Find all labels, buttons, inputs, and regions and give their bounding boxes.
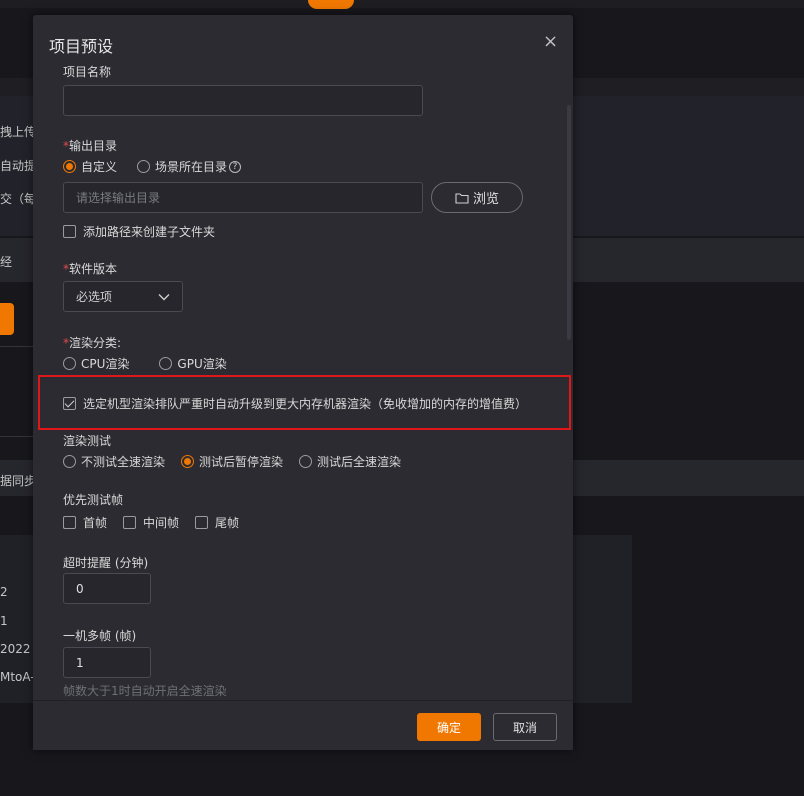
background-text: MtoA- <box>0 670 35 684</box>
render-test-label: 渲染测试 <box>63 434 112 448</box>
render-category-label: *渲染分类: <box>63 336 122 350</box>
background-text: 拽上传 <box>0 125 37 139</box>
project-name-input[interactable] <box>63 85 423 116</box>
software-version-label: *软件版本 <box>63 262 118 276</box>
timeout-input[interactable]: 0 <box>63 573 151 604</box>
multi-frame-label: 一机多帧 (帧) <box>63 629 137 643</box>
checkbox-middle-frame[interactable]: 中间帧 <box>123 514 179 531</box>
output-dir-label: *输出目录 <box>63 139 118 153</box>
software-version-select[interactable]: 必选项 <box>63 281 183 312</box>
render-test-options: 不测试全速渲染 测试后暂停渲染 测试后全速渲染 <box>63 453 421 470</box>
dialog-footer: 确定 取消 <box>33 700 573 750</box>
confirm-button[interactable]: 确定 <box>417 713 481 741</box>
dialog-title: 项目预设 <box>49 37 114 56</box>
chevron-down-icon <box>158 293 170 300</box>
background-pill <box>308 0 354 9</box>
background-text: 2022 <box>0 642 31 656</box>
background-text: 自动提 <box>0 159 37 173</box>
close-icon[interactable]: × <box>543 33 558 51</box>
help-icon[interactable]: ? <box>229 160 242 173</box>
auto-upgrade-checkbox[interactable]: 选定机型渲染排队严重时自动升级到更大内存机器渲染（免收增加的内存的增值费） <box>63 395 527 412</box>
dialog-scroll-area[interactable]: 项目名称 *输出目录 自定义 场景所在目录? 请选择输出目录 浏览 添加路径来创… <box>33 65 573 700</box>
priority-frames-label: 优先测试帧 <box>63 493 124 507</box>
priority-frames-options: 首帧 中间帧 尾帧 <box>63 514 239 531</box>
radio-cpu[interactable]: CPU渲染 <box>63 355 129 372</box>
cancel-button[interactable]: 取消 <box>493 713 557 741</box>
background-text: 1 <box>0 614 8 628</box>
background-text: 经 <box>0 255 13 269</box>
radio-gpu[interactable]: GPU渲染 <box>159 355 227 372</box>
background-text: 交（每 <box>0 192 37 206</box>
output-dir-input[interactable]: 请选择输出目录 <box>63 182 423 213</box>
radio-scene-dir[interactable]: 场景所在目录? <box>137 158 242 175</box>
multi-frame-hint: 帧数大于1时自动开启全速渲染 <box>63 684 227 698</box>
radio-no-test[interactable]: 不测试全速渲染 <box>63 453 165 470</box>
checkbox-first-frame[interactable]: 首帧 <box>63 514 107 531</box>
output-dir-options: 自定义 场景所在目录? <box>63 158 261 175</box>
project-preset-dialog: 项目预设 × 项目名称 *输出目录 自定义 场景所在目录? 请选择输出目录 浏览… <box>33 15 573 750</box>
checkbox-last-frame[interactable]: 尾帧 <box>195 514 239 531</box>
dialog-scrollbar[interactable] <box>567 105 571 340</box>
radio-test-fullspeed[interactable]: 测试后全速渲染 <box>299 453 401 470</box>
project-name-label: 项目名称 <box>63 65 112 79</box>
radio-custom[interactable]: 自定义 <box>63 158 117 175</box>
multi-frame-input[interactable]: 1 <box>63 647 151 678</box>
background-text: 据同步 <box>0 474 37 488</box>
background-text: 2 <box>0 585 8 599</box>
background-topbar <box>0 0 804 9</box>
subfolder-checkbox[interactable]: 添加路径来创建子文件夹 <box>63 223 215 240</box>
background-orange-button <box>0 303 14 335</box>
radio-test-pause[interactable]: 测试后暂停渲染 <box>181 453 283 470</box>
browse-button[interactable]: 浏览 <box>431 182 523 213</box>
render-category-options: CPU渲染 GPU渲染 <box>63 355 247 372</box>
timeout-label: 超时提醒 (分钟) <box>63 556 149 570</box>
folder-icon <box>455 192 469 204</box>
